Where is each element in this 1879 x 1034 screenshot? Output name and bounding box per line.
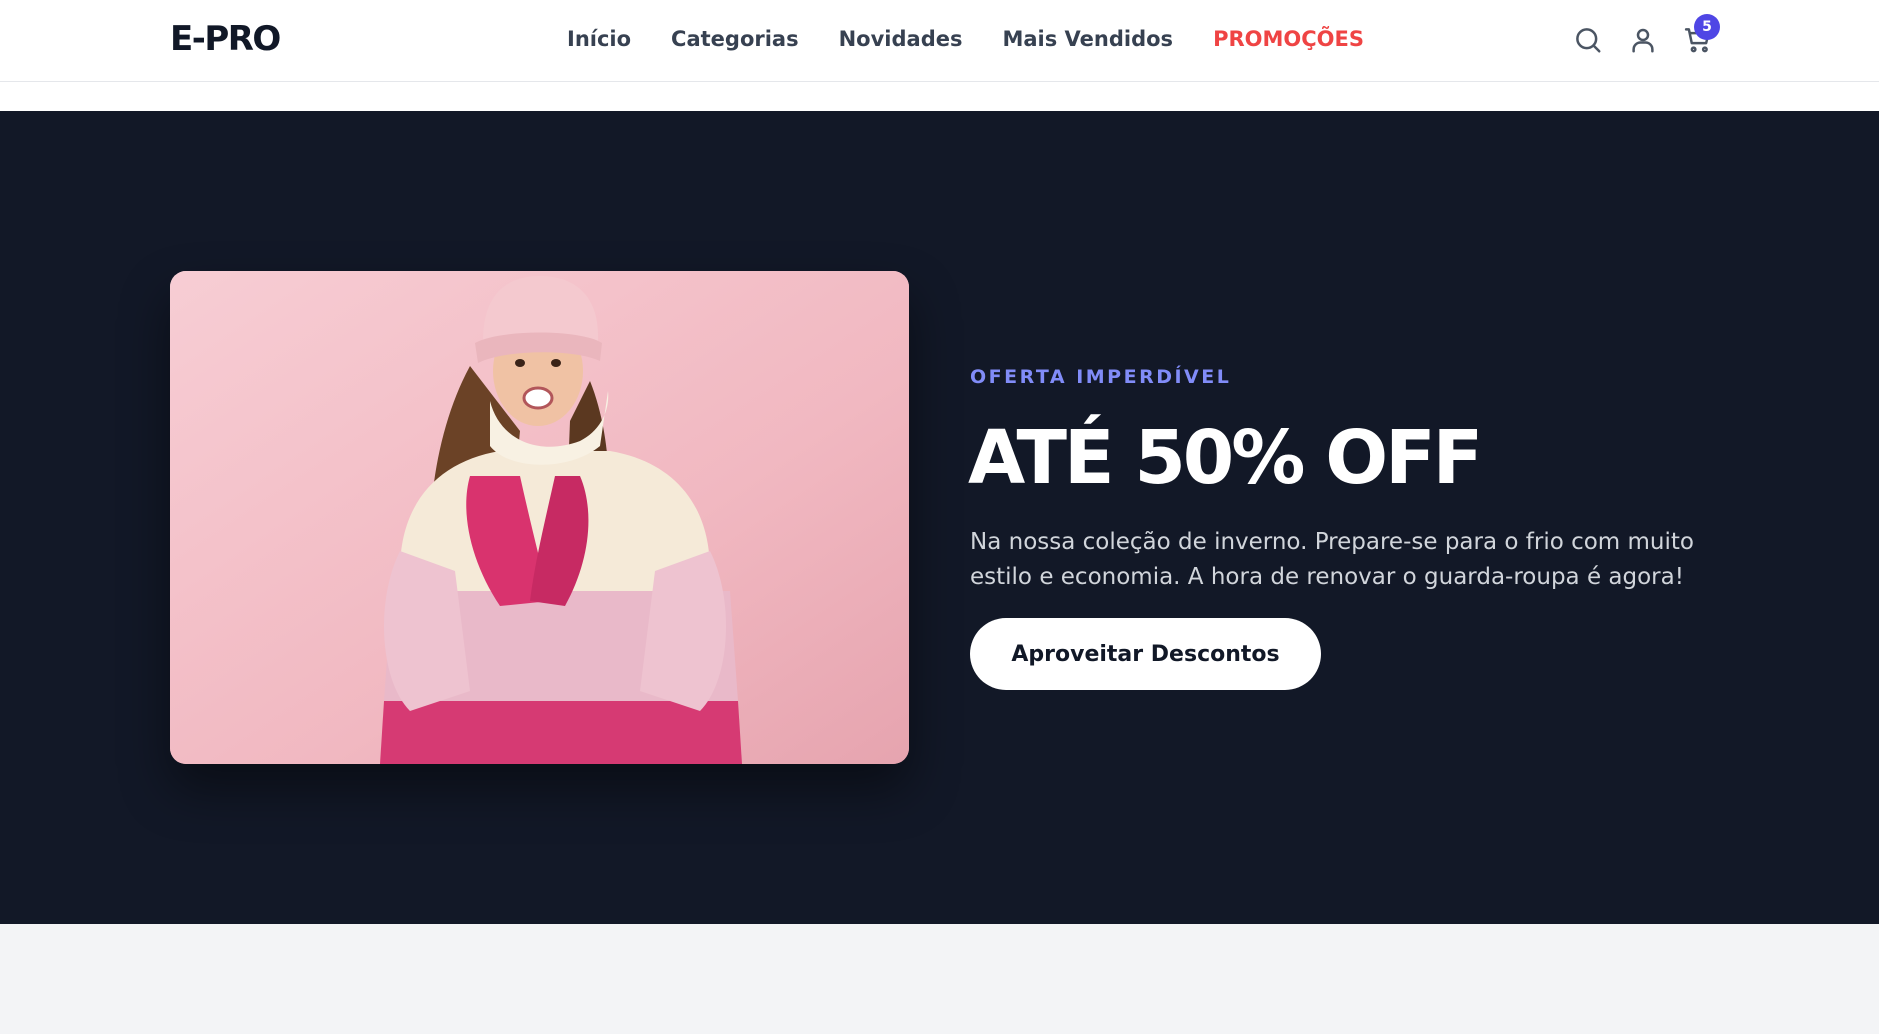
nav-link-mais-vendidos[interactable]: Mais Vendidos [1002,22,1173,56]
hero-description: Na nossa coleção de inverno. Prepare-se … [970,529,1694,590]
nav-link-inicio[interactable]: Início [567,22,631,56]
hero-headline: ATÉ 50% OFF [968,415,1483,501]
search-icon [1576,28,1601,53]
offer-eyebrow: OFERTA IMPERDÍVEL [970,366,1232,388]
account-button[interactable] [1625,22,1661,58]
user-icon [1632,28,1654,53]
next-section [0,924,1879,1034]
shop-discounts-button[interactable]: Aproveitar Descontos [970,618,1321,690]
hero-image [170,271,909,764]
nav-link-novidades[interactable]: Novidades [839,22,963,56]
nav-link-promocoes[interactable]: PROMOÇÕES [1213,22,1364,56]
main-nav: Início Categorias Novidades Mais Vendido… [567,22,1364,56]
woman-in-sweater-illustration [170,271,909,764]
search-button[interactable] [1570,22,1606,58]
logo[interactable]: E-PRO [170,18,281,60]
promo-hero: OFERTA IMPERDÍVEL ATÉ 50% OFF Na nossa c… [0,111,1879,924]
cart-count-badge: 5 [1694,14,1720,40]
site-header: E-PRO Início Categorias Novidades Mais V… [0,0,1879,82]
nav-link-categorias[interactable]: Categorias [671,22,799,56]
